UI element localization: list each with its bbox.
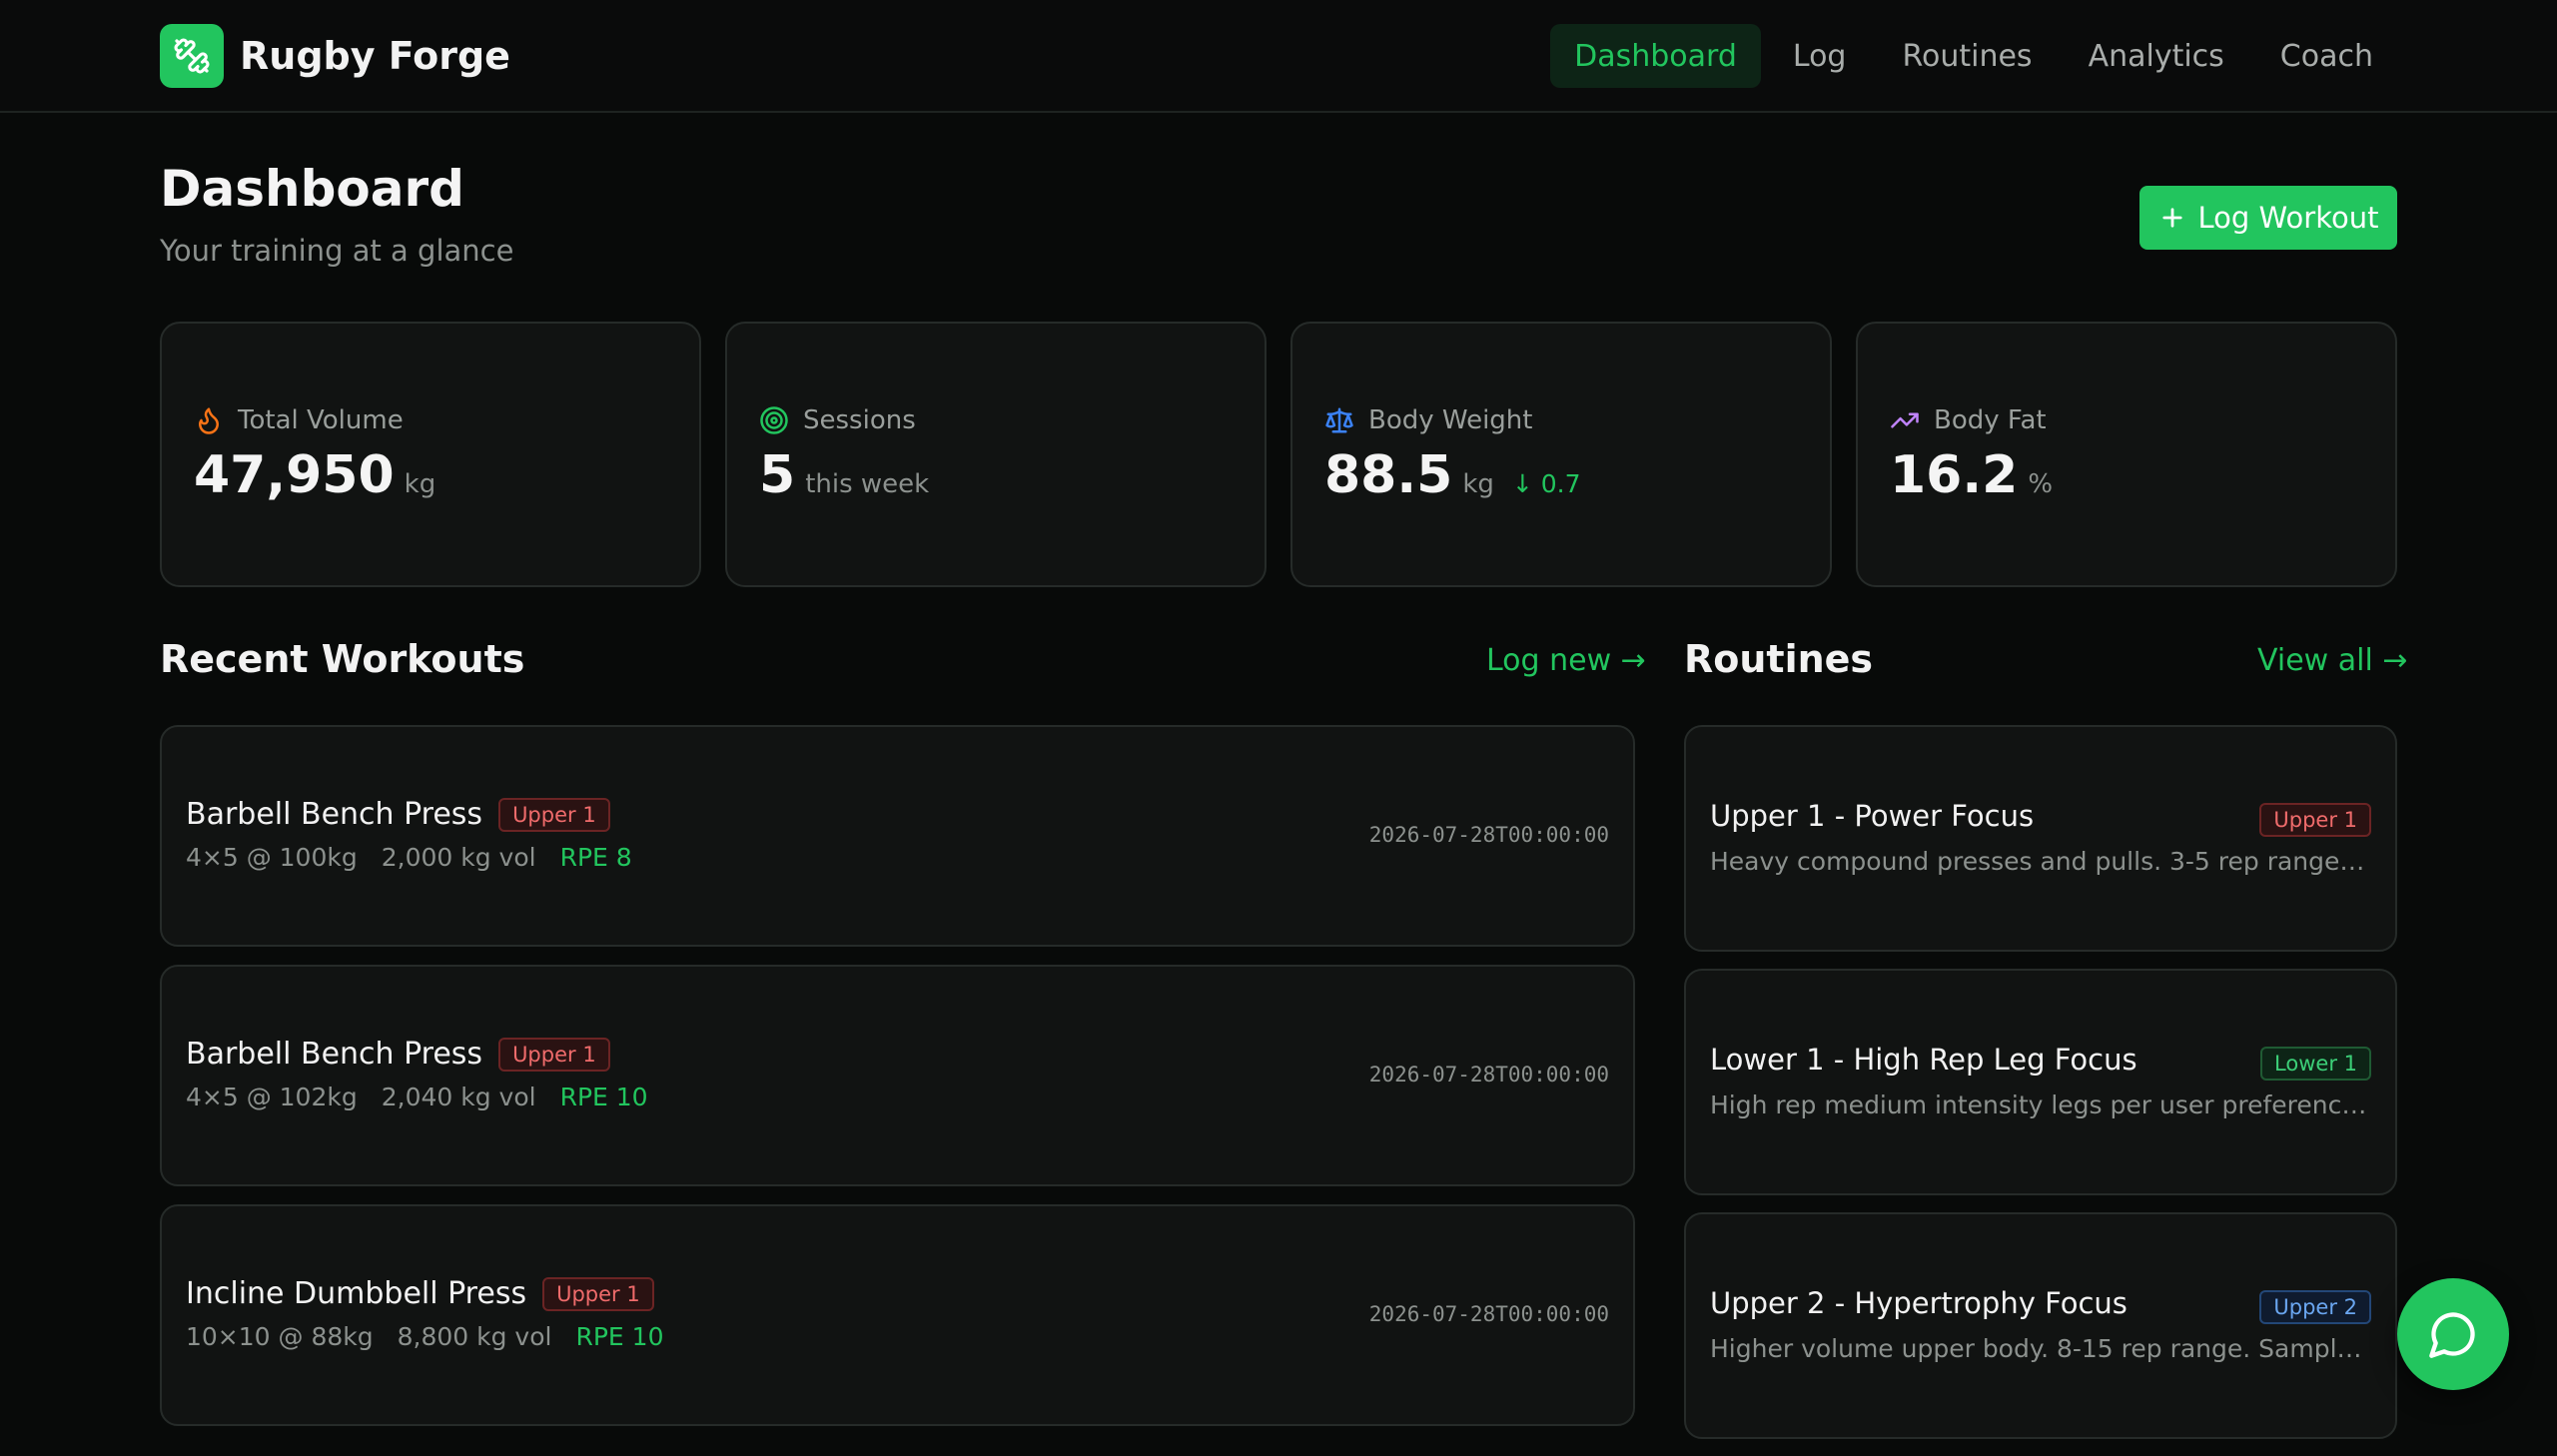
workout-volume: 2,040 kg vol — [381, 1083, 536, 1111]
routine-tag: Upper 1 — [2259, 803, 2371, 837]
flame-icon — [199, 407, 219, 434]
workout-tag: Upper 1 — [498, 1037, 610, 1072]
stat-unit: kg — [404, 469, 436, 499]
workout-sets: 10×10 @ 88kg — [186, 1322, 374, 1351]
routine-card[interactable]: Lower 1 - High Rep Leg Focus Lower 1 Hig… — [1684, 969, 2397, 1195]
routine-card[interactable]: Upper 2 - Hypertrophy Focus Upper 2 High… — [1684, 1212, 2397, 1439]
stat-value: 88.5 — [1324, 445, 1453, 505]
stat-label: Total Volume — [238, 405, 404, 435]
workout-sets: 4×5 @ 100kg — [186, 843, 358, 872]
routine-description: Higher volume upper body. 8-15 rep range… — [1710, 1334, 2369, 1363]
stat-value: 47,950 — [194, 445, 395, 505]
stat-card-total-volume: Total Volume 47,950 kg — [160, 322, 701, 587]
workout-rpe: RPE 8 — [559, 843, 632, 872]
plus-icon — [2161, 208, 2182, 228]
stats-row: Total Volume 47,950 kg Sessions 5 this w… — [160, 322, 2397, 587]
workout-name: Incline Dumbbell Press — [186, 1276, 527, 1311]
routine-description: Heavy compound presses and pulls. 3-5 re… — [1710, 847, 2369, 876]
workout-sets: 4×5 @ 102kg — [186, 1083, 358, 1111]
workout-volume: 2,000 kg vol — [381, 843, 536, 872]
stat-label: Sessions — [803, 405, 916, 435]
recent-workouts-title: Recent Workouts — [160, 637, 525, 681]
page-title: Dashboard — [160, 160, 464, 218]
workout-name: Barbell Bench Press — [186, 797, 483, 832]
scale-icon — [1325, 407, 1353, 433]
routine-name: Upper 2 - Hypertrophy Focus — [1710, 1286, 2128, 1320]
main-nav: Dashboard Log Routines Analytics Coach — [1542, 24, 2397, 88]
workout-rpe: RPE 10 — [559, 1083, 648, 1111]
stat-label: Body Weight — [1368, 405, 1533, 435]
stat-unit: kg — [1462, 469, 1494, 499]
trending-up-icon — [1891, 412, 1919, 428]
log-workout-button[interactable]: Log Workout — [2139, 186, 2397, 250]
stat-value: 5 — [759, 445, 796, 505]
dumbbell-icon — [160, 24, 224, 88]
nav-coach[interactable]: Coach — [2256, 24, 2397, 88]
workout-date: 2026-07-28T00:00:00 — [1368, 1302, 1609, 1326]
workout-tag: Upper 1 — [542, 1276, 654, 1311]
nav-routines[interactable]: Routines — [1878, 24, 2056, 88]
chat-bubble-icon — [2429, 1312, 2475, 1358]
app-name: Rugby Forge — [240, 34, 510, 78]
nav-analytics[interactable]: Analytics — [2065, 24, 2248, 88]
routine-tag: Lower 1 — [2260, 1047, 2371, 1081]
stat-card-sessions: Sessions 5 this week — [725, 322, 1267, 587]
top-navbar: Rugby Forge Dashboard Log Routines Analy… — [0, 0, 2557, 113]
routine-description: High rep medium intensity legs per user … — [1710, 1091, 2369, 1119]
chat-button[interactable] — [2397, 1278, 2509, 1390]
workout-card[interactable]: Barbell Bench Press Upper 1 4×5 @ 100kg … — [160, 725, 1635, 947]
stat-unit: this week — [805, 469, 930, 499]
routine-name: Lower 1 - High Rep Leg Focus — [1710, 1043, 2137, 1077]
routines-list: Upper 1 - Power Focus Upper 1 Heavy comp… — [1684, 725, 2397, 1456]
stat-value: 16.2 — [1890, 445, 2019, 505]
view-all-routines-link[interactable]: View all → — [2257, 643, 2407, 678]
stat-delta: ↓ 0.7 — [1511, 469, 1581, 498]
workout-name: Barbell Bench Press — [186, 1037, 483, 1072]
brand[interactable]: Rugby Forge — [160, 24, 510, 88]
stat-card-body-weight: Body Weight 88.5 kg ↓ 0.7 — [1290, 322, 1832, 587]
workout-volume: 8,800 kg vol — [397, 1322, 552, 1351]
page-subtitle: Your training at a glance — [160, 234, 514, 268]
routine-tag: Upper 2 — [2259, 1290, 2371, 1324]
nav-dashboard[interactable]: Dashboard — [1550, 24, 1761, 88]
routines-title: Routines — [1684, 637, 1874, 681]
log-new-link[interactable]: Log new → — [1486, 643, 1646, 678]
target-icon — [760, 406, 788, 434]
log-workout-label: Log Workout — [2197, 201, 2379, 235]
routine-name: Upper 1 - Power Focus — [1710, 799, 2035, 833]
recent-workouts-list: Barbell Bench Press Upper 1 4×5 @ 100kg … — [160, 725, 1635, 1444]
workout-rpe: RPE 10 — [575, 1322, 664, 1351]
nav-log[interactable]: Log — [1769, 24, 1871, 88]
workout-card[interactable]: Incline Dumbbell Press Upper 1 10×10 @ 8… — [160, 1204, 1635, 1426]
workout-date: 2026-07-28T00:00:00 — [1368, 1063, 1609, 1087]
stat-card-body-fat: Body Fat 16.2 % — [1856, 322, 2397, 587]
workout-card[interactable]: Barbell Bench Press Upper 1 4×5 @ 102kg … — [160, 965, 1635, 1186]
stat-unit: % — [2028, 469, 2054, 499]
routine-card[interactable]: Upper 1 - Power Focus Upper 1 Heavy comp… — [1684, 725, 2397, 952]
workout-tag: Upper 1 — [498, 797, 610, 832]
workout-date: 2026-07-28T00:00:00 — [1368, 823, 1609, 847]
stat-label: Body Fat — [1934, 405, 2047, 435]
